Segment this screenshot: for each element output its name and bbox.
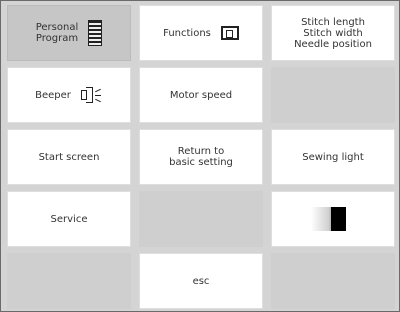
- start-screen-button[interactable]: Start screen: [7, 129, 131, 185]
- return-basic-setting-button[interactable]: Return to basic setting: [139, 129, 263, 185]
- esc-button[interactable]: esc: [139, 253, 263, 309]
- sewing-light-button[interactable]: Sewing light: [271, 129, 395, 185]
- empty-slot: [7, 253, 131, 309]
- start-screen-label: Start screen: [38, 151, 100, 163]
- personal-program-label: Personal Program: [35, 22, 79, 44]
- personal-program-icon: [88, 20, 103, 46]
- settings-grid: Personal Program Functions Stitch length…: [7, 5, 395, 309]
- empty-slot: [139, 191, 263, 247]
- contrast-icon: [311, 207, 355, 231]
- beeper-label: Beeper: [35, 89, 71, 101]
- service-button[interactable]: Service: [7, 191, 131, 247]
- empty-slot: [271, 67, 395, 123]
- functions-icon: [220, 26, 239, 40]
- motor-speed-button[interactable]: Motor speed: [139, 67, 263, 123]
- personal-program-button[interactable]: Personal Program: [7, 5, 131, 61]
- sewing-light-label: Sewing light: [302, 151, 364, 163]
- contrast-button[interactable]: [271, 191, 395, 247]
- functions-button[interactable]: Functions: [139, 5, 263, 61]
- service-label: Service: [50, 213, 88, 225]
- beeper-button[interactable]: Beeper: [7, 67, 131, 123]
- return-basic-setting-label: Return to basic setting: [169, 146, 233, 168]
- beeper-icon: [80, 87, 103, 103]
- stitch-settings-button[interactable]: Stitch length Stitch width Needle positi…: [271, 5, 395, 61]
- settings-panel: Personal Program Functions Stitch length…: [0, 0, 400, 312]
- motor-speed-label: Motor speed: [169, 89, 233, 101]
- functions-label: Functions: [163, 27, 211, 39]
- empty-slot: [271, 253, 395, 309]
- stitch-settings-label: Stitch length Stitch width Needle positi…: [294, 16, 372, 50]
- esc-label: esc: [192, 275, 210, 287]
